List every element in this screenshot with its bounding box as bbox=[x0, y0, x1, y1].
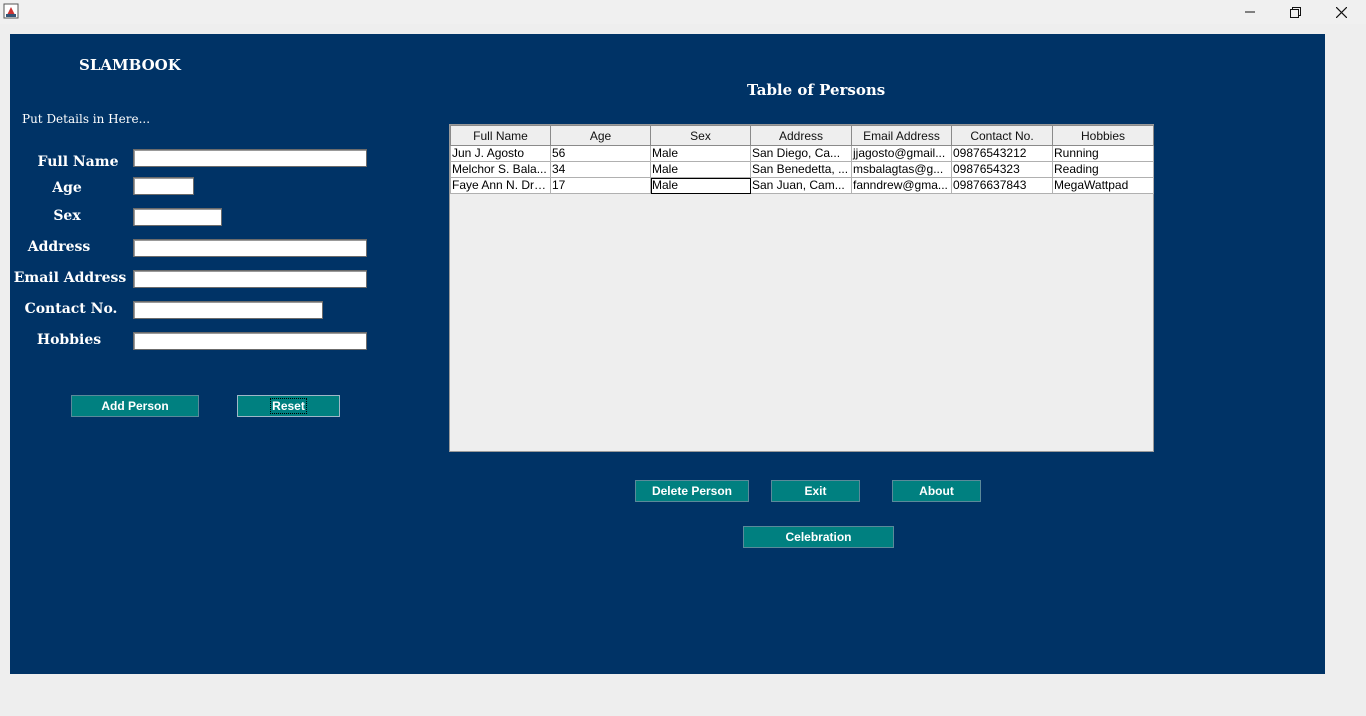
table-cell[interactable]: msbalagtas@g... bbox=[851, 161, 952, 178]
address-label: Address bbox=[27, 239, 91, 255]
table-cell[interactable]: 17 bbox=[550, 177, 651, 194]
column-header-email[interactable]: Email Address bbox=[851, 125, 952, 146]
address-field[interactable] bbox=[133, 239, 367, 259]
contact-no-input[interactable] bbox=[134, 305, 322, 321]
table-cell[interactable]: MegaWattpad bbox=[1052, 177, 1154, 194]
sex-field[interactable] bbox=[133, 208, 222, 228]
email-input[interactable] bbox=[134, 274, 366, 290]
address-input[interactable] bbox=[134, 243, 366, 259]
table-cell[interactable]: fanndrew@gma... bbox=[851, 177, 952, 194]
hobbies-label: Hobbies bbox=[36, 332, 102, 348]
table-cell[interactable]: Running bbox=[1052, 145, 1154, 162]
table-cell[interactable]: San Juan, Cam... bbox=[750, 177, 852, 194]
table-cell[interactable]: Male bbox=[650, 145, 751, 162]
column-header-hobbies[interactable]: Hobbies bbox=[1052, 125, 1154, 146]
full-name-input[interactable] bbox=[134, 153, 366, 169]
table-cell[interactable]: San Diego, Ca... bbox=[750, 145, 852, 162]
table-cell[interactable]: Jun J. Agosto bbox=[450, 145, 551, 162]
minimize-icon[interactable] bbox=[1227, 0, 1273, 24]
sex-label: Sex bbox=[53, 208, 81, 224]
persons-table[interactable]: Full Name Age Sex Address Email Address … bbox=[449, 124, 1154, 452]
reset-button[interactable]: Reset bbox=[237, 395, 340, 417]
table-cell[interactable]: 09876543212 bbox=[951, 145, 1053, 162]
main-panel: SLAMBOOK Put Details in Here... Full Nam… bbox=[10, 34, 1325, 674]
table-cell[interactable]: 56 bbox=[550, 145, 651, 162]
form-subtitle: Put Details in Here... bbox=[22, 112, 151, 126]
table-cell[interactable]: Reading bbox=[1052, 161, 1154, 178]
close-icon[interactable] bbox=[1318, 0, 1364, 24]
app-title: SLAMBOOK bbox=[79, 56, 181, 74]
reset-button-label: Reset bbox=[270, 398, 307, 414]
age-input[interactable] bbox=[134, 181, 193, 197]
hobbies-field[interactable] bbox=[133, 332, 367, 352]
table-cell[interactable]: 0987654323 bbox=[951, 161, 1053, 178]
contact-no-label: Contact No. bbox=[24, 301, 118, 317]
email-address-label: Email Address bbox=[13, 270, 127, 286]
column-header-sex[interactable]: Sex bbox=[650, 125, 751, 146]
persons-grid[interactable]: Full Name Age Sex Address Email Address … bbox=[450, 125, 1154, 194]
table-cell[interactable]: San Benedetta, ... bbox=[750, 161, 852, 178]
column-header-full-name[interactable]: Full Name bbox=[450, 125, 551, 146]
hobbies-input[interactable] bbox=[134, 336, 366, 352]
table-cell-focused[interactable]: Male bbox=[650, 177, 751, 194]
add-person-button[interactable]: Add Person bbox=[71, 395, 199, 417]
java-app-icon bbox=[3, 3, 19, 19]
table-row[interactable]: Melchor S. Bala... 34 Male San Benedetta… bbox=[450, 161, 1154, 178]
about-button[interactable]: About bbox=[892, 480, 981, 502]
delete-person-button[interactable]: Delete Person bbox=[635, 480, 749, 502]
table-cell[interactable]: Melchor S. Bala... bbox=[450, 161, 551, 178]
table-title: Table of Persons bbox=[747, 81, 886, 99]
column-header-contact[interactable]: Contact No. bbox=[951, 125, 1053, 146]
table-cell[interactable]: 09876637843 bbox=[951, 177, 1053, 194]
age-field[interactable] bbox=[133, 177, 194, 197]
exit-button[interactable]: Exit bbox=[771, 480, 860, 502]
table-row[interactable]: Jun J. Agosto 56 Male San Diego, Ca... j… bbox=[450, 145, 1154, 162]
full-name-field[interactable] bbox=[133, 149, 367, 169]
table-row[interactable]: Faye Ann N. Dre... 17 Male San Juan, Cam… bbox=[450, 177, 1154, 194]
table-cell[interactable]: Faye Ann N. Dre... bbox=[450, 177, 551, 194]
column-header-age[interactable]: Age bbox=[550, 125, 651, 146]
table-cell[interactable]: jjagosto@gmail... bbox=[851, 145, 952, 162]
restore-icon[interactable] bbox=[1272, 0, 1318, 24]
full-name-label: Full Name bbox=[37, 154, 119, 170]
window-titlebar bbox=[0, 0, 1366, 24]
contact-no-field[interactable] bbox=[133, 301, 323, 321]
celebration-button[interactable]: Celebration bbox=[743, 526, 894, 548]
table-cell[interactable]: 34 bbox=[550, 161, 651, 178]
email-field[interactable] bbox=[133, 270, 367, 290]
table-header-row: Full Name Age Sex Address Email Address … bbox=[450, 125, 1154, 146]
table-cell[interactable]: Male bbox=[650, 161, 751, 178]
age-label: Age bbox=[52, 180, 82, 196]
sex-input[interactable] bbox=[134, 212, 221, 228]
column-header-address[interactable]: Address bbox=[750, 125, 852, 146]
